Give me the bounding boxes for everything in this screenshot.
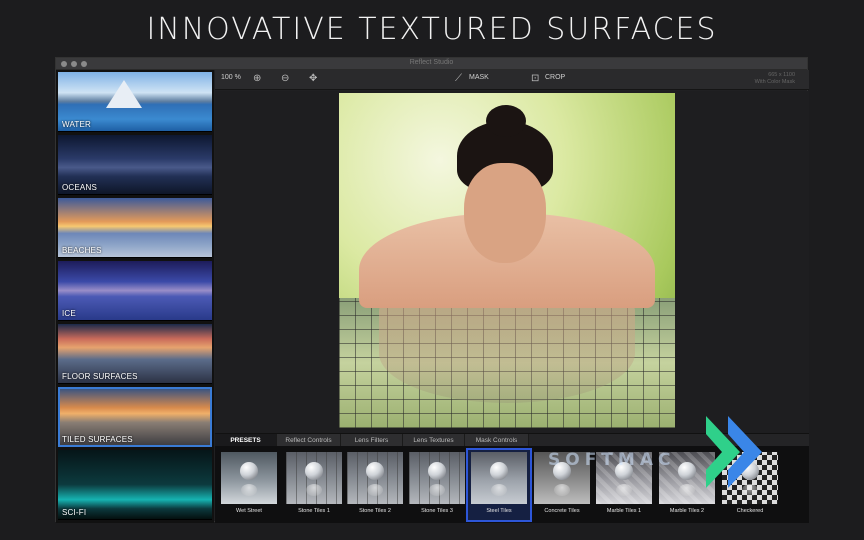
sphere-reflection <box>367 484 383 496</box>
softmac-watermark: SOFTMAC <box>548 450 676 470</box>
preset-thumbnail <box>471 452 527 504</box>
subject-hair-bun <box>486 105 526 137</box>
category-sci-fi[interactable]: SCI-FI <box>58 450 212 520</box>
preset-label: Checkered <box>736 508 764 514</box>
preset-wet-street[interactable]: Wet Street <box>218 450 280 520</box>
zoom-level: 100 % <box>221 74 241 81</box>
sphere-graphic <box>240 462 258 480</box>
category-water[interactable]: WATER <box>58 72 212 132</box>
category-floor-surfaces[interactable]: FLOOR SURFACES <box>58 324 212 384</box>
mountain-graphic <box>106 80 142 108</box>
preset-thumbnail <box>286 452 342 504</box>
category-oceans[interactable]: OCEANS <box>58 135 212 195</box>
softmac-logo-icon <box>706 416 762 488</box>
category-sidebar: WATER OCEANS BEACHES ICE FLOOR SURFACES … <box>56 70 214 523</box>
image-dimensions: 665 x 1100 <box>768 72 795 78</box>
sphere-graphic <box>490 462 508 480</box>
sphere-graphic <box>428 462 446 480</box>
page-headline: INNOVATIVE TEXTURED SURFACES <box>146 12 718 47</box>
mask-button[interactable]: MASK <box>469 74 489 81</box>
preset-label: Wet Street <box>236 508 262 514</box>
category-beaches[interactable]: BEACHES <box>58 198 212 258</box>
toolbar: 100 % ⊕ ⊖ ✥ ⟋ MASK ⊡ CROP 665 x 1100 Wit… <box>215 70 809 90</box>
sphere-reflection <box>306 484 322 496</box>
sphere-reflection <box>616 484 632 496</box>
preset-thumbnail <box>347 452 403 504</box>
preset-steel-tiles[interactable]: Steel Tiles <box>466 448 532 522</box>
image-canvas[interactable] <box>215 91 809 433</box>
brush-icon[interactable]: ⟋ <box>455 73 462 85</box>
category-label: OCEANS <box>62 183 97 192</box>
sphere-graphic <box>366 462 384 480</box>
category-label: ICE <box>62 309 76 318</box>
category-label: BEACHES <box>62 246 102 255</box>
preset-label: Marble Tiles 1 <box>606 508 642 514</box>
sphere-reflection <box>554 484 570 496</box>
zoom-in-icon[interactable]: ⊕ <box>253 73 261 85</box>
sphere-reflection <box>429 484 445 496</box>
subject-face <box>464 163 546 263</box>
crop-button[interactable]: CROP <box>545 74 565 81</box>
preset-stone-tiles-2[interactable]: Stone Tiles 2 <box>344 450 406 520</box>
preset-label: Stone Tiles 1 <box>298 508 330 514</box>
sphere-reflection <box>241 484 257 496</box>
preset-thumbnail <box>409 452 465 504</box>
preset-label: Stone Tiles 3 <box>421 508 453 514</box>
preset-stone-tiles-1[interactable]: Stone Tiles 1 <box>283 450 345 520</box>
preset-label: Steel Tiles <box>486 508 512 514</box>
sphere-reflection <box>491 484 507 496</box>
category-label: FLOOR SURFACES <box>62 372 138 381</box>
preset-label: Stone Tiles 2 <box>359 508 391 514</box>
category-ice[interactable]: ICE <box>58 261 212 321</box>
preset-thumbnail <box>221 452 277 504</box>
category-label: SCI-FI <box>62 508 87 517</box>
image-mode: With Color Mask <box>754 79 795 85</box>
category-label: TILED SURFACES <box>62 435 133 444</box>
preset-stone-tiles-3[interactable]: Stone Tiles 3 <box>406 450 468 520</box>
window-title: Reflect Studio <box>409 59 454 66</box>
title-bar: Reflect Studio <box>56 58 807 70</box>
sphere-graphic <box>305 462 323 480</box>
sphere-graphic <box>678 462 696 480</box>
category-label: WATER <box>62 120 91 129</box>
crop-icon[interactable]: ⊡ <box>531 73 539 85</box>
category-tiled-surfaces[interactable]: TILED SURFACES <box>58 387 212 447</box>
edited-photo[interactable] <box>339 93 675 428</box>
mirror-reflection <box>379 303 635 403</box>
preset-label: Concrete Tiles <box>544 508 580 514</box>
image-info: 665 x 1100 With Color Mask <box>755 72 795 86</box>
zoom-out-icon[interactable]: ⊖ <box>281 73 289 85</box>
app-window: Reflect Studio WATER OCEANS BEACHES ICE … <box>55 57 809 523</box>
preset-label: Marble Tiles 2 <box>669 508 705 514</box>
sphere-reflection <box>679 484 695 496</box>
move-icon[interactable]: ✥ <box>309 73 317 85</box>
